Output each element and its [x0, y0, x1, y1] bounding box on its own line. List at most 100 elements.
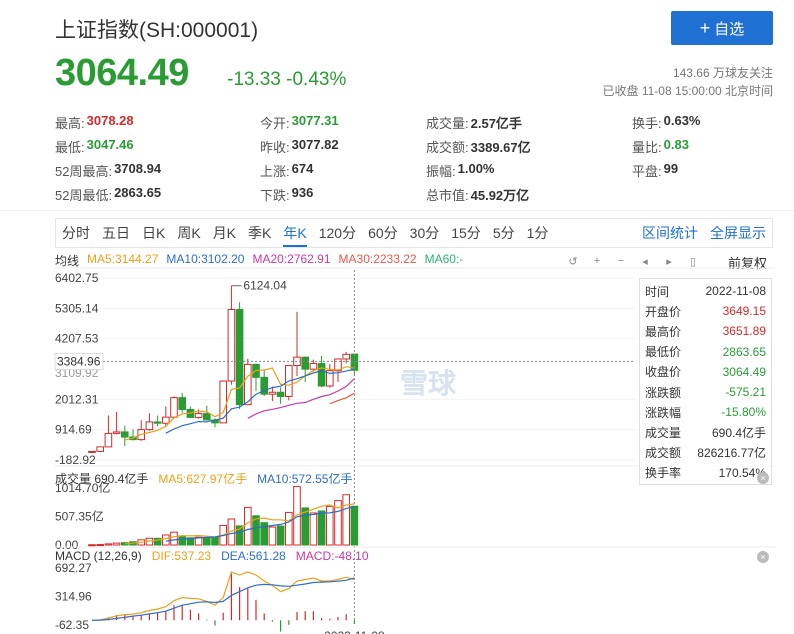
info-value: 2863.65	[722, 344, 766, 359]
close-macd-icon[interactable]: ×	[757, 551, 769, 563]
macd-dif-line	[91, 571, 355, 621]
stat-value: 99	[663, 160, 679, 176]
tab-action-link[interactable]: 全屏显示	[710, 219, 766, 247]
stat-value: 0.63%	[663, 112, 701, 128]
info-label: 涨跌幅	[645, 405, 682, 420]
tab-period[interactable]: 1分	[527, 219, 549, 247]
zoom-in-icon[interactable]: +	[589, 253, 605, 269]
macd-axis-label: 692.27	[55, 561, 92, 575]
stat-value: 3078.28	[86, 112, 134, 128]
macd-dea-line	[91, 577, 355, 621]
info-row: 收盘价 3064.49	[645, 362, 766, 382]
tab-period[interactable]: 120分	[319, 219, 356, 247]
stat-value: 3077.82	[291, 136, 339, 152]
tab-period[interactable]: 分时	[62, 219, 90, 247]
candle-body	[104, 432, 113, 448]
tab-period[interactable]: 日K	[142, 219, 165, 247]
scroll-left-icon[interactable]: ◂	[637, 253, 653, 269]
info-label: 成交量	[645, 425, 682, 440]
candle-body	[186, 408, 195, 418]
y-axis-label: 6402.75	[55, 271, 99, 285]
volume-bar	[121, 542, 129, 546]
tab-period[interactable]: 30分	[410, 219, 440, 247]
candle-body	[219, 380, 227, 424]
volume-bar	[252, 515, 260, 546]
tab-period[interactable]: 15分	[451, 219, 481, 247]
volume-bar	[194, 536, 203, 546]
tab-action-link[interactable]: 区间统计	[642, 219, 698, 247]
volume-axis-label: 507.35亿	[55, 509, 104, 524]
candle-body	[203, 413, 211, 421]
tab-period[interactable]: 季K	[248, 219, 271, 247]
stat-label: 下跌:	[260, 187, 290, 203]
stat-item: 最低: 3047.46	[55, 137, 260, 156]
stat-item: 下跌: 936	[260, 185, 426, 204]
stat-value: 0.83	[663, 136, 689, 152]
watermark-logo: 雪球	[400, 368, 457, 399]
stat-value: 1.00%	[457, 160, 495, 176]
candle-body	[268, 391, 277, 395]
info-row: 成交额 826216.77亿	[645, 443, 766, 463]
date-label: 2022-11-08	[324, 629, 385, 634]
stat-value: 2863.65	[114, 184, 162, 200]
market-status: 已收盘 11-08 15:00:00 北京时间	[602, 84, 773, 98]
volume-bar	[350, 505, 359, 546]
volume-legend-label: 成交量 690.4亿手	[55, 472, 149, 486]
tab-period[interactable]: 周K	[177, 219, 200, 247]
stat-item: 成交额: 3389.67亿	[426, 137, 632, 156]
scroll-right-icon[interactable]: ▸	[661, 253, 677, 269]
candle-body	[252, 363, 260, 378]
candle-body	[88, 450, 96, 453]
volume-bar	[170, 531, 178, 546]
info-row: 成交量 690.4亿手	[645, 422, 766, 442]
divider	[0, 210, 794, 211]
stat-label: 52周最低:	[55, 187, 113, 203]
stat-label: 今开:	[260, 115, 290, 131]
stat-label: 量比:	[632, 139, 662, 155]
volume-bar	[112, 542, 121, 546]
ma30-legend: MA30:2233.22	[338, 252, 417, 266]
reset-icon[interactable]: ↺	[565, 253, 581, 269]
tab-period[interactable]: 5分	[493, 219, 515, 247]
info-label: 成交额	[645, 446, 682, 461]
volume-bar	[227, 518, 236, 546]
candle-body	[211, 419, 219, 424]
chart-tools: ↺ + − ◂ ▸ ▯	[565, 253, 701, 269]
ma5-line	[124, 366, 355, 441]
candle-body	[293, 356, 301, 367]
stat-label: 昨收:	[260, 139, 290, 155]
stats-row: 52周最高: 3708.94 上涨: 674 振幅: 1.00% 平盘: 99	[55, 158, 765, 182]
add-to-watchlist-button[interactable]: + 自选	[671, 11, 773, 45]
candle-body	[145, 421, 154, 431]
candle-body	[194, 413, 203, 418]
tab-period[interactable]: 年K	[283, 219, 307, 247]
info-value: 2022-11-08	[705, 284, 767, 299]
info-value: 826216.77亿	[697, 446, 766, 461]
tab-period[interactable]: 五日	[102, 219, 130, 247]
stats-grid: 最高: 3078.28 今开: 3077.31 成交量: 2.57亿手 换手: 0.63% 最低…	[55, 110, 765, 206]
candle-body	[227, 309, 236, 382]
tab-period[interactable]: 月K	[213, 219, 236, 247]
info-row: 涨跌额 -575.21	[645, 382, 766, 402]
stat-item: 量比: 0.83	[632, 137, 765, 156]
volume-bar	[276, 525, 285, 546]
pin-icon[interactable]: ▯	[685, 253, 701, 269]
stat-item: 上涨: 674	[260, 161, 426, 180]
volume-bar	[178, 535, 186, 546]
stat-value: 3389.67亿	[470, 139, 531, 155]
close-volume-icon[interactable]: ×	[757, 472, 769, 484]
volume-bar	[145, 537, 154, 546]
volume-bar	[301, 507, 309, 546]
tab-period[interactable]: 60分	[368, 219, 398, 247]
crosshair-value: 3384.96	[57, 354, 101, 368]
volume-ma5-legend: MA5:627.97亿手	[158, 472, 248, 486]
info-label: 收盘价	[645, 365, 682, 380]
adjust-mode-selector[interactable]: 前复权	[728, 253, 767, 272]
stat-label: 平盘:	[632, 163, 662, 179]
stats-row: 最高: 3078.28 今开: 3077.31 成交量: 2.57亿手 换手: 0.63%	[55, 110, 765, 134]
volume-bar	[285, 511, 293, 546]
info-value: -575.21	[725, 385, 766, 400]
volume-bar	[137, 539, 145, 546]
stat-label: 最低:	[55, 139, 85, 155]
zoom-out-icon[interactable]: −	[613, 253, 629, 269]
